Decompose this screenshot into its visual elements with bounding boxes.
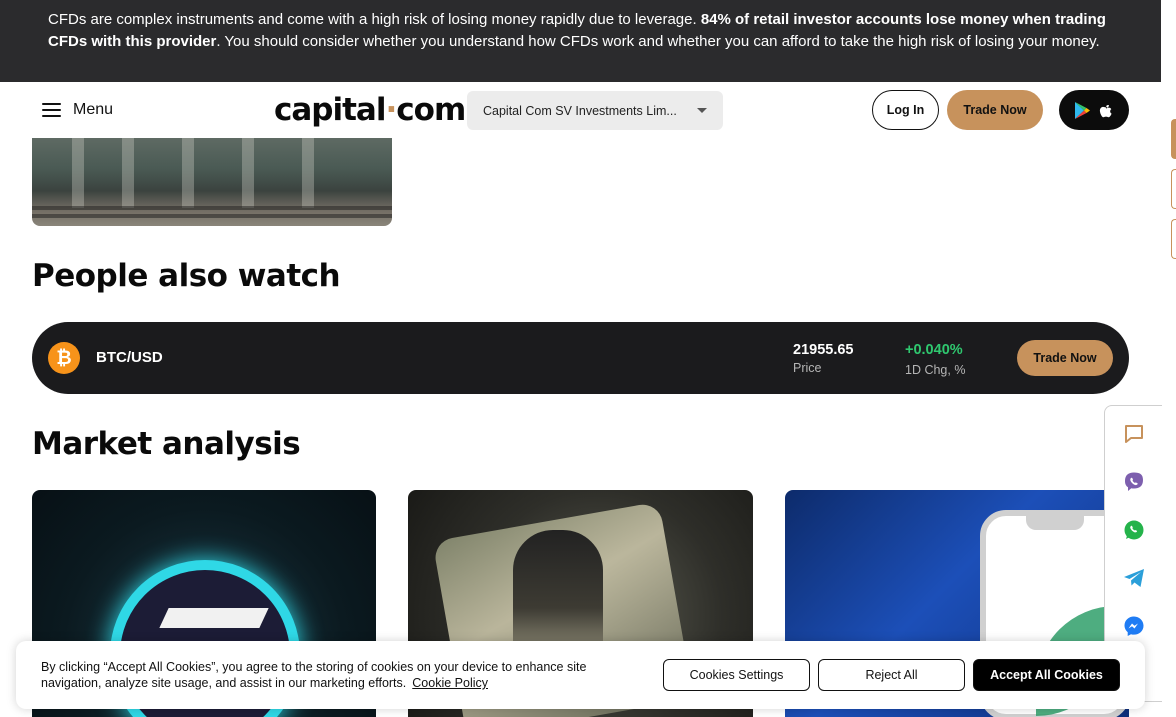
- whatsapp-icon[interactable]: [1123, 519, 1145, 541]
- edge-tab-1[interactable]: [1171, 119, 1176, 159]
- watch-row-btcusd[interactable]: ₿ BTC/USD 21955.65 Price +0.040% 1D Chg,…: [32, 322, 1129, 394]
- reject-all-button[interactable]: Reject All: [818, 659, 965, 691]
- trade-now-button[interactable]: Trade Now: [1017, 340, 1113, 376]
- risk-warning-text-end: . You should consider whether you unders…: [216, 33, 1100, 50]
- menu-label: Menu: [73, 101, 114, 118]
- instrument-pair[interactable]: BTC/USD: [96, 349, 163, 366]
- caret-down-icon: [697, 108, 707, 113]
- logo-dot: ·: [385, 92, 397, 128]
- change-label: 1D Chg, %: [905, 363, 966, 377]
- cookie-message: By clicking “Accept All Cookies”, you ag…: [41, 660, 587, 690]
- cookie-consent-banner: By clicking “Accept All Cookies”, you ag…: [16, 641, 1145, 709]
- trade-now-button[interactable]: Trade Now: [947, 90, 1043, 130]
- bitcoin-icon: ₿: [48, 342, 80, 374]
- menu-button[interactable]: Menu: [42, 98, 113, 122]
- cookie-policy-link[interactable]: Cookie Policy: [412, 676, 488, 690]
- price-value: 21955.65: [793, 342, 854, 358]
- people-also-watch-heading: People also watch: [32, 258, 341, 294]
- entity-select-value: Capital Com SV Investments Lim...: [483, 103, 677, 118]
- risk-warning-banner: CFDs are complex instruments and come wi…: [0, 0, 1161, 82]
- hamburger-icon: [42, 103, 61, 117]
- google-play-icon: [1075, 101, 1090, 119]
- cookie-text: By clicking “Accept All Cookies”, you ag…: [41, 659, 641, 691]
- apple-icon: [1099, 104, 1112, 118]
- edge-tab-3[interactable]: [1171, 219, 1176, 259]
- price-label: Price: [793, 361, 822, 375]
- logo-text-a: capital: [274, 92, 386, 128]
- risk-warning-text: CFDs are complex instruments and come wi…: [48, 11, 701, 28]
- capital-com-logo[interactable]: capital·com: [274, 92, 466, 128]
- site-header: Menu capital·com Capital Com SV Investme…: [0, 82, 1161, 138]
- login-button[interactable]: Log In: [872, 90, 939, 130]
- market-analysis-heading: Market analysis: [32, 426, 301, 462]
- logo-text-b: com: [396, 92, 466, 128]
- cookies-settings-button[interactable]: Cookies Settings: [663, 659, 810, 691]
- chat-icon[interactable]: [1123, 423, 1145, 445]
- edge-tab-2[interactable]: [1171, 169, 1176, 209]
- app-download-button[interactable]: [1059, 90, 1129, 130]
- change-value: +0.040%: [905, 342, 963, 358]
- entity-select[interactable]: Capital Com SV Investments Lim...: [467, 91, 723, 130]
- article-hero-image: [32, 138, 392, 226]
- telegram-icon[interactable]: [1123, 567, 1145, 589]
- accept-all-cookies-button[interactable]: Accept All Cookies: [973, 659, 1120, 691]
- viber-icon[interactable]: [1123, 471, 1145, 493]
- messenger-icon[interactable]: [1123, 615, 1145, 637]
